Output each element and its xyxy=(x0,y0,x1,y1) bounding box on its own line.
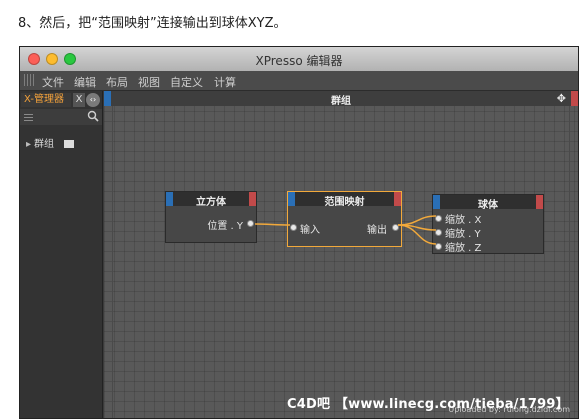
node-range-mapper[interactable]: 范围映射 输入 输出 xyxy=(287,191,402,247)
x-manager-panel: X-管理器 X ‹› ▸ 群组 xyxy=(20,91,103,418)
input-port[interactable] xyxy=(435,215,442,222)
title-bar[interactable]: XPresso 编辑器 xyxy=(20,47,578,72)
window-title: XPresso 编辑器 xyxy=(255,54,343,68)
menu-item-edit[interactable]: 编辑 xyxy=(74,74,96,90)
panel-toolbar xyxy=(20,109,102,125)
menu-item-calculate[interactable]: 计算 xyxy=(214,74,236,90)
group-output-tab[interactable] xyxy=(571,91,578,106)
xpresso-window: XPresso 编辑器 文件 编辑 布局 视图 自定义 计算 X-管理器 X ‹… xyxy=(19,46,579,419)
node-output-tab[interactable] xyxy=(394,192,401,206)
port-label: 缩放 . Z xyxy=(445,243,482,254)
node-output-tab[interactable] xyxy=(536,195,543,209)
group-header[interactable]: 群组 ✥ xyxy=(104,91,578,107)
node-sphere[interactable]: 球体 缩放 . X 缩放 . Y 缩放 . Z xyxy=(432,194,544,254)
node-title: 立方体 xyxy=(196,197,226,208)
node-output-tab[interactable] xyxy=(249,192,256,206)
node-header[interactable]: 球体 xyxy=(433,195,543,211)
input-port[interactable] xyxy=(435,243,442,250)
port-label: 位置 . Y xyxy=(207,221,243,232)
output-port[interactable] xyxy=(392,224,399,231)
grip-icon[interactable] xyxy=(24,74,35,86)
node-header[interactable]: 范围映射 xyxy=(288,192,401,208)
tree-item-label: 群组 xyxy=(34,139,54,150)
tree-expand-icon[interactable]: ▸ xyxy=(26,139,34,150)
site-watermark: C4D吧 【www.linecg.com/tieba/1799】 xyxy=(287,397,569,412)
port-label: 输入 xyxy=(300,225,320,236)
input-port[interactable] xyxy=(290,224,297,231)
menu-item-custom[interactable]: 自定义 xyxy=(170,74,203,90)
port-label: 缩放 . X xyxy=(445,215,482,226)
port-label: 缩放 . Y xyxy=(445,229,481,240)
group-body xyxy=(112,106,570,418)
menu-bar: 文件 编辑 布局 视图 自定义 计算 xyxy=(20,71,578,91)
menu-item-layout[interactable]: 布局 xyxy=(106,74,128,90)
group-title: 群组 xyxy=(331,96,351,107)
port-label: 输出 xyxy=(367,225,387,236)
node-canvas[interactable]: 群组 ✥ 立方体 位置 . Y 范围映射 输入 输出 球体 缩放 . X 缩放 … xyxy=(104,91,578,418)
tab-scroll-arrows-icon[interactable]: ‹› xyxy=(86,93,100,107)
search-icon[interactable] xyxy=(87,110,99,122)
menu-item-view[interactable]: 视图 xyxy=(138,74,160,90)
caption-text: 8、然后，把“范围映射”连接输出到球体XYZ。 xyxy=(18,16,287,31)
tag-icon xyxy=(64,140,74,148)
tab-x[interactable]: X xyxy=(73,93,85,107)
menu-item-file[interactable]: 文件 xyxy=(42,74,64,90)
tree-item-group[interactable]: ▸ 群组 xyxy=(26,135,74,150)
input-port[interactable] xyxy=(435,229,442,236)
node-cube[interactable]: 立方体 位置 . Y xyxy=(165,191,257,243)
tab-x-manager[interactable]: X-管理器 xyxy=(21,93,71,107)
output-port[interactable] xyxy=(247,220,254,227)
move-arrows-icon[interactable]: ✥ xyxy=(557,92,566,105)
node-title: 球体 xyxy=(478,200,498,211)
node-title: 范围映射 xyxy=(324,197,365,208)
grip-icon[interactable] xyxy=(24,112,33,121)
node-header[interactable]: 立方体 xyxy=(166,192,256,208)
